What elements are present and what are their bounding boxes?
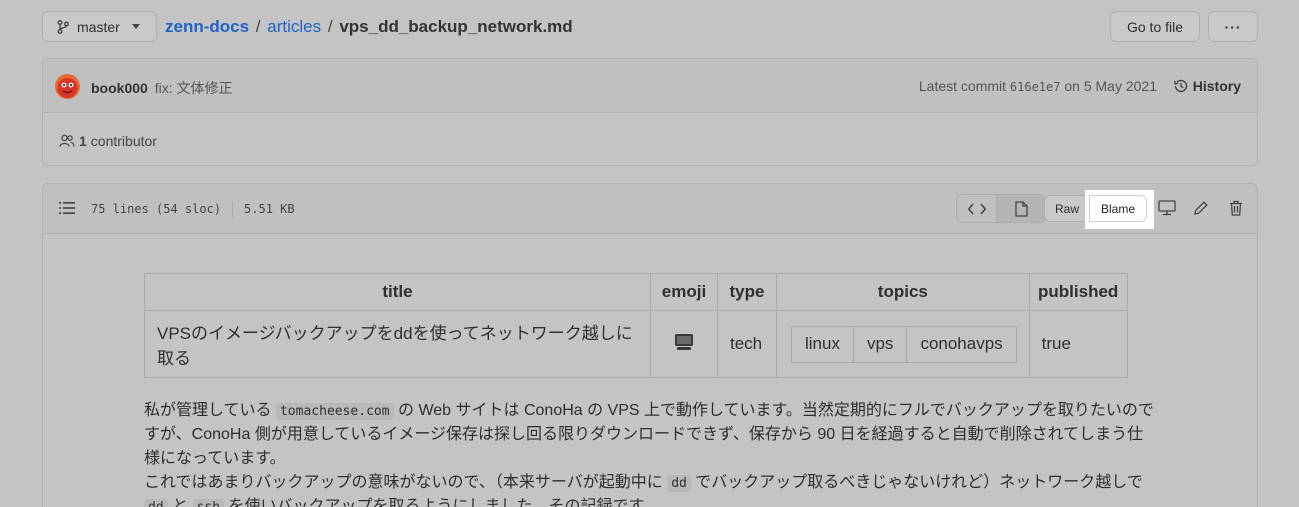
go-to-file-button[interactable]: Go to file bbox=[1110, 11, 1200, 42]
paragraph-line: 私が管理している tomacheese.com の Web サイトは ConoH… bbox=[144, 396, 1154, 420]
table-header: topics bbox=[776, 273, 1030, 311]
line-count: 75 lines (54 sloc) bbox=[91, 202, 222, 216]
table-header: published bbox=[1028, 273, 1128, 311]
commit-author[interactable]: book000 bbox=[91, 80, 148, 96]
inline-code: dd bbox=[144, 499, 168, 507]
trash-icon[interactable] bbox=[1229, 200, 1243, 216]
repo-link[interactable]: zenn-docs bbox=[165, 17, 249, 36]
contributor-count: 1 bbox=[79, 133, 87, 149]
table-cell-emoji bbox=[650, 310, 718, 378]
text: の Web サイトは ConoHa の VPS 上で動作しています。当然定期的に… bbox=[398, 402, 1154, 419]
blame-button[interactable]: Blame bbox=[1089, 195, 1147, 222]
file-name: vps_dd_backup_network.md bbox=[339, 17, 573, 36]
people-icon bbox=[59, 134, 75, 148]
table-header: type bbox=[717, 273, 777, 311]
history-link[interactable]: History bbox=[1173, 78, 1241, 94]
more-options-button[interactable]: ··· bbox=[1208, 11, 1258, 42]
pencil-icon[interactable] bbox=[1193, 200, 1209, 216]
divider bbox=[232, 201, 234, 217]
file-view-icon[interactable] bbox=[997, 195, 1045, 222]
frontmatter-table: title emoji type topics published VPSのイメ… bbox=[144, 273, 1128, 378]
text: これではあまりバックアップの意味がないので、（本来サーバが起動中に bbox=[144, 474, 663, 491]
table-header: emoji bbox=[650, 273, 718, 311]
view-toggle-group bbox=[956, 194, 1046, 223]
table-cell-title: VPSのイメージバックアップをddを使ってネットワーク越しに取る bbox=[144, 310, 651, 378]
paragraph-line: すが、ConoHa 側が用意しているイメージ保存は探し回る限りダウンロードできず… bbox=[144, 426, 1144, 443]
table-row: VPSのイメージバックアップをddを使ってネットワーク越しに取る tech li… bbox=[144, 310, 1128, 378]
text: と bbox=[172, 498, 189, 507]
paragraph-line: 様になっています。 bbox=[144, 450, 286, 467]
breadcrumb-separator: / bbox=[255, 17, 261, 36]
avatar[interactable] bbox=[55, 74, 80, 99]
raw-button[interactable]: Raw bbox=[1044, 195, 1090, 222]
topic-chip: vps bbox=[852, 325, 908, 363]
inline-code: tomacheese.com bbox=[275, 403, 394, 420]
code-view-icon[interactable] bbox=[957, 195, 998, 222]
paragraph-line: dd と ssh を使いバックアップを取るようにしました。その記録です。 bbox=[144, 492, 659, 507]
table-cell-published: true bbox=[1028, 310, 1128, 378]
topic-chip: linux bbox=[791, 325, 854, 363]
commit-message[interactable]: fix: 文体修正 bbox=[155, 80, 233, 96]
commit-date: on 5 May 2021 bbox=[1064, 78, 1157, 94]
paragraph-line: これではあまりバックアップの意味がないので、（本来サーバが起動中に dd でバッ… bbox=[144, 468, 1143, 492]
text: でバックアップ取るべきじゃないけれど）ネットワーク越しで bbox=[695, 474, 1143, 491]
table-cell-type: tech bbox=[717, 310, 777, 378]
text: 私が管理している bbox=[144, 402, 272, 419]
latest-commit-label: Latest commit bbox=[918, 78, 1007, 94]
topic-chip: conohavps bbox=[906, 325, 1017, 363]
table-header-row: title emoji type topics published bbox=[144, 273, 1128, 311]
caret-down-icon bbox=[131, 24, 140, 29]
inline-code: dd bbox=[667, 475, 691, 492]
desktop-icon[interactable] bbox=[1158, 200, 1176, 216]
folder-link[interactable]: articles bbox=[267, 17, 321, 36]
commit-sha[interactable]: 616e1e7 bbox=[1010, 80, 1061, 94]
breadcrumb-separator: / bbox=[327, 17, 333, 36]
file-size: 5.51 KB bbox=[244, 202, 295, 216]
inline-code: ssh bbox=[192, 499, 225, 507]
history-label: History bbox=[1192, 78, 1241, 94]
text: を使いバックアップを取るようにしました。その記録です。 bbox=[228, 498, 659, 507]
computer-emoji-icon bbox=[674, 333, 694, 351]
branch-select-button[interactable]: master bbox=[42, 11, 157, 42]
git-branch-icon bbox=[57, 19, 69, 34]
table-cell-topics: linux vps conohavps bbox=[776, 310, 1030, 378]
contributor-label[interactable]: contributor bbox=[91, 133, 157, 149]
breadcrumb: zenn-docs / articles / vps_dd_backup_net… bbox=[165, 17, 573, 37]
commit-panel: book000 fix: 文体修正 Latest commit 616e1e7 … bbox=[42, 58, 1258, 166]
table-header: title bbox=[144, 273, 651, 311]
branch-name: master bbox=[77, 18, 120, 35]
outline-list-icon[interactable] bbox=[59, 201, 75, 215]
history-icon bbox=[1173, 78, 1189, 94]
